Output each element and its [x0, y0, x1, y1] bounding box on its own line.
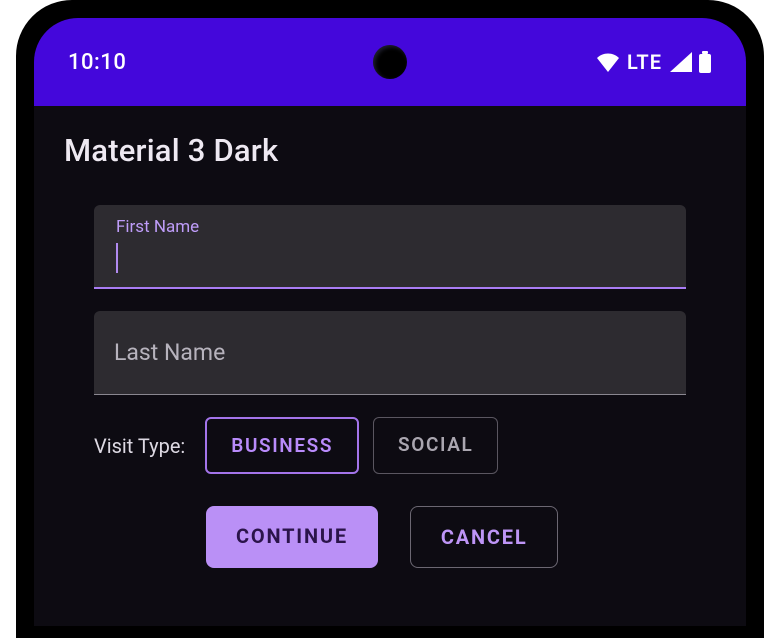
first-name-label: First Name: [116, 217, 199, 237]
camera-hole: [373, 45, 407, 79]
content: Material 3 Dark First Name Last Name Vis…: [34, 106, 746, 568]
phone-frame: 10:10 LTE Material 3 Dark First Name Las…: [16, 0, 764, 638]
battery-icon: [698, 51, 712, 73]
continue-button[interactable]: CONTINUE: [206, 506, 378, 568]
status-icons: LTE: [595, 50, 712, 74]
cancel-button[interactable]: CANCEL: [410, 506, 559, 568]
visit-option-social[interactable]: SOCIAL: [373, 417, 498, 474]
page-title: Material 3 Dark: [64, 132, 716, 169]
first-name-field[interactable]: First Name: [94, 205, 686, 289]
network-label: LTE: [627, 50, 662, 74]
status-time: 10:10: [68, 50, 126, 75]
form: First Name Last Name Visit Type: BUSINES…: [64, 205, 716, 568]
visit-option-business[interactable]: BUSINESS: [205, 417, 359, 474]
visit-type-row: Visit Type: BUSINESS SOCIAL: [94, 417, 686, 474]
wifi-icon: [595, 52, 621, 72]
last-name-field[interactable]: Last Name: [94, 311, 686, 395]
status-bar: 10:10 LTE: [34, 18, 746, 106]
text-cursor: [116, 243, 118, 273]
signal-icon: [668, 52, 692, 72]
screen: 10:10 LTE Material 3 Dark First Name Las…: [34, 18, 746, 626]
action-buttons: CONTINUE CANCEL: [206, 506, 686, 568]
last-name-label: Last Name: [114, 339, 225, 366]
visit-type-label: Visit Type:: [94, 434, 185, 458]
visit-type-toggle: BUSINESS SOCIAL: [205, 417, 498, 474]
